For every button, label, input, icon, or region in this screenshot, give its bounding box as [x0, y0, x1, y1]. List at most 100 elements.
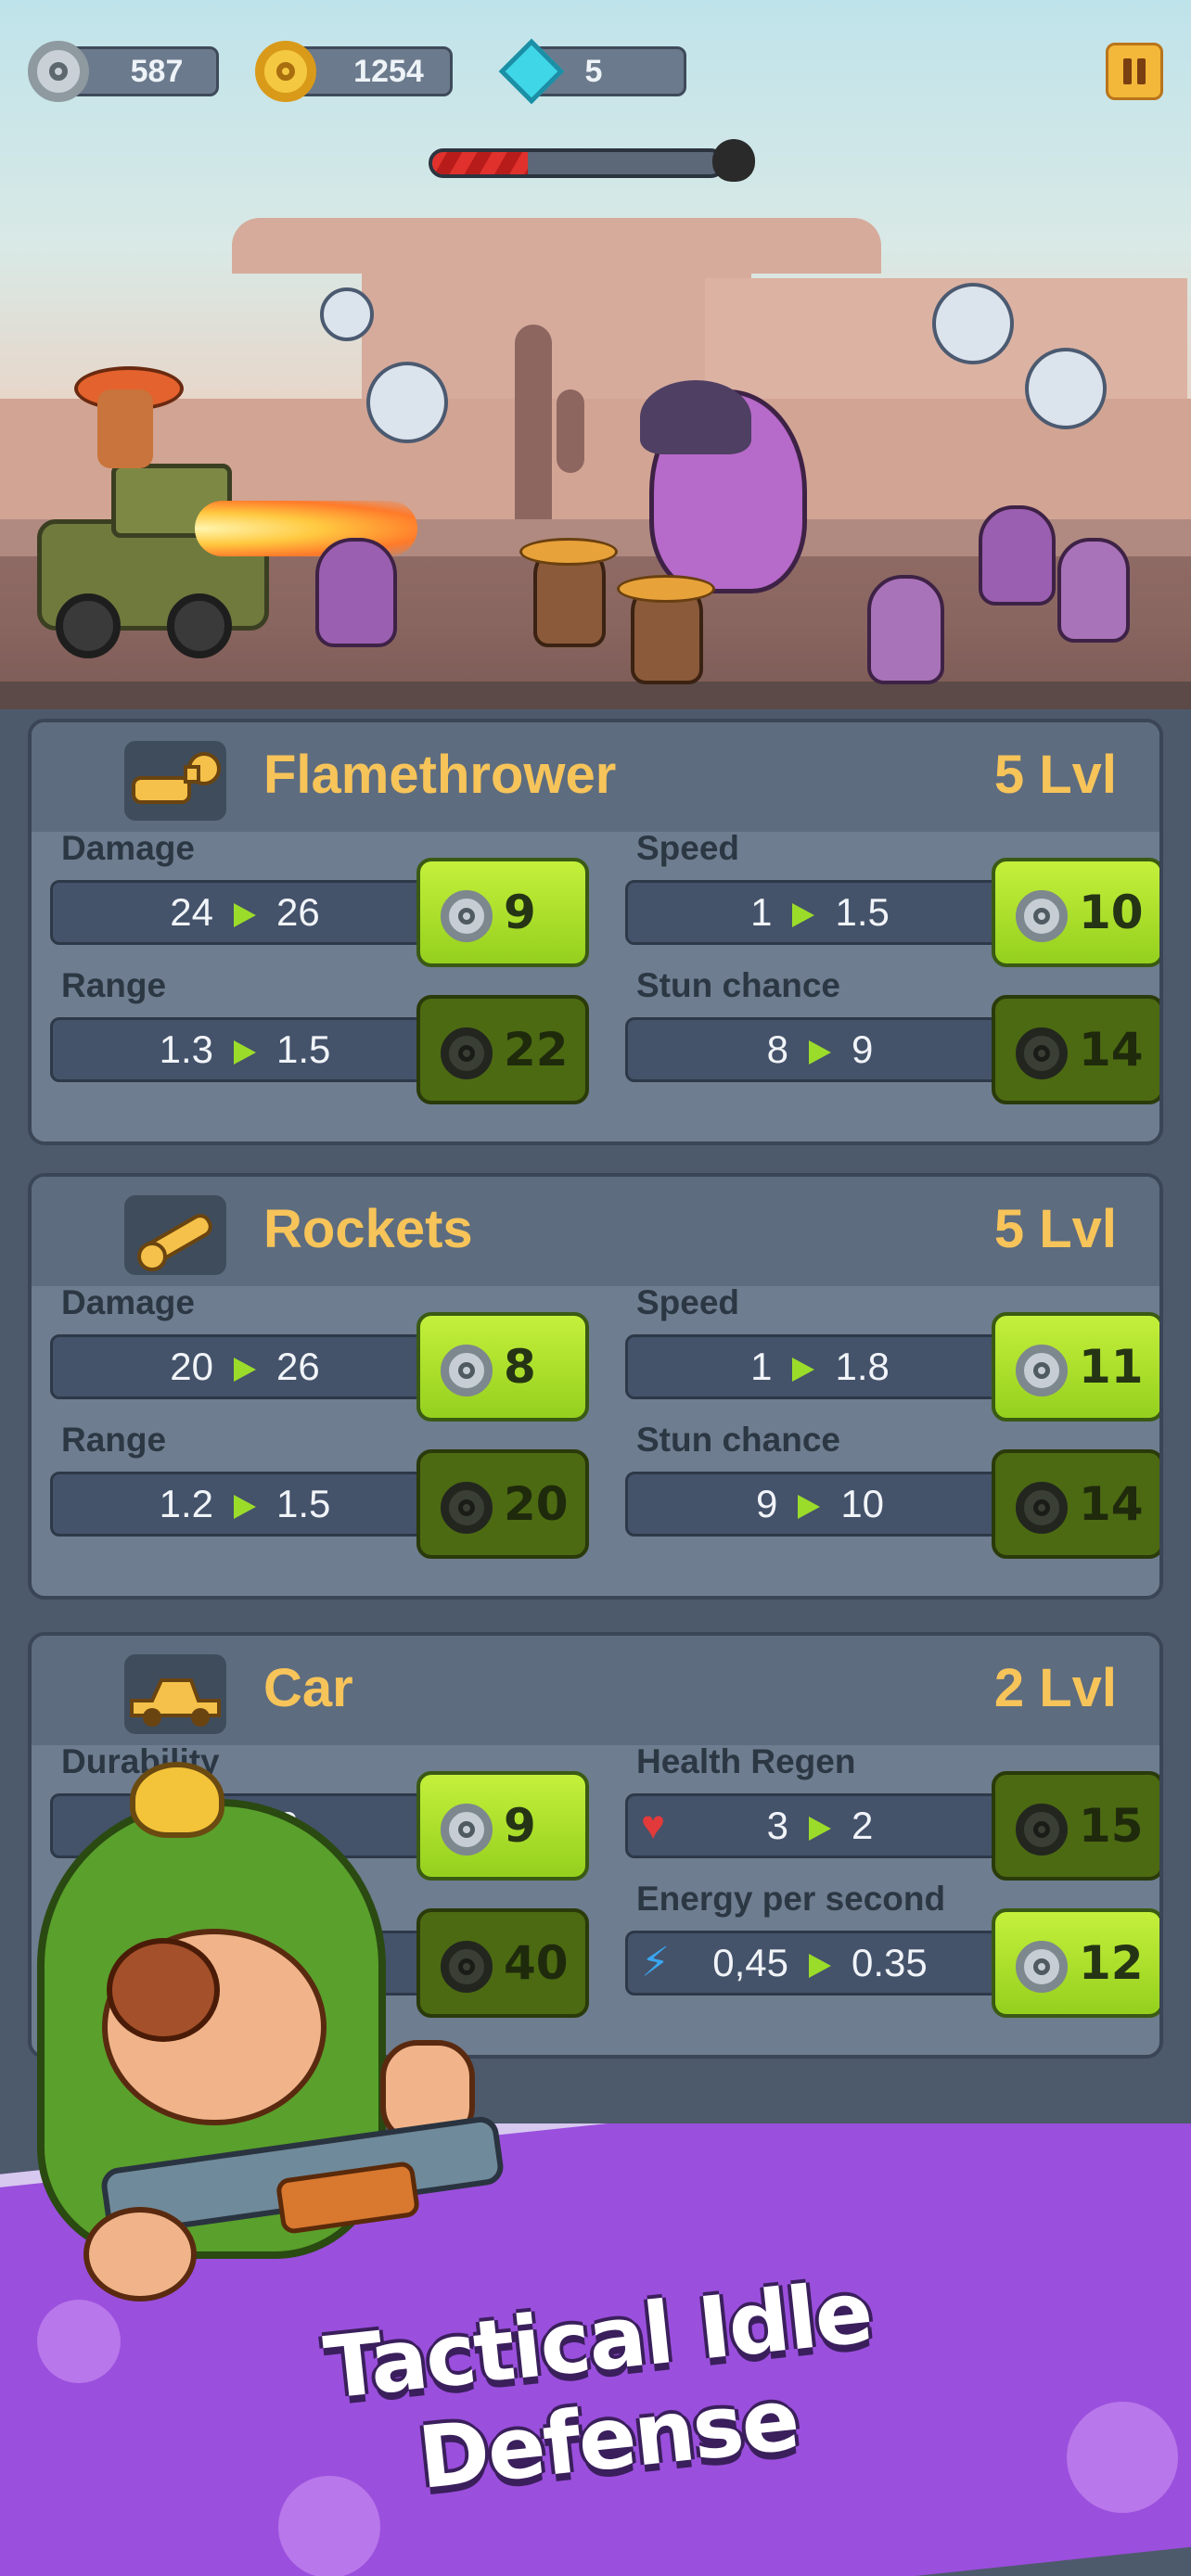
- stat-next: 10: [840, 1482, 885, 1525]
- eyepatch-icon: [107, 1938, 220, 2042]
- upgrade-cost: 14: [1079, 1023, 1144, 1077]
- arrow-right-icon: [798, 1494, 821, 1519]
- silver-coin-icon: [1016, 1482, 1068, 1534]
- silver-coin-icon: [441, 1345, 493, 1396]
- gunner-body: [97, 389, 153, 468]
- upgrade-level: 2 Lvl: [993, 1658, 1117, 1718]
- boss-health-bar: [429, 148, 725, 178]
- skull-pattern-icon: [37, 2300, 121, 2383]
- stat-value-field: 20 26: [50, 1334, 440, 1399]
- stat-current: 3: [766, 1804, 788, 1847]
- upgrade-level: 5 Lvl: [993, 1199, 1117, 1259]
- boss-skull-icon: [712, 139, 755, 182]
- upgrade-buy-button[interactable]: 20: [416, 1449, 589, 1559]
- stat-next: 9: [852, 1027, 874, 1071]
- arrow-right-icon: [234, 902, 256, 927]
- wheel: [167, 593, 232, 658]
- rocket-launcher-icon: [124, 1195, 226, 1275]
- upgrade-cost: 15: [1079, 1799, 1144, 1853]
- stat-value-field: 1 1.5: [625, 880, 1015, 945]
- gem-value: 5: [584, 54, 603, 89]
- stat-next: 1.8: [835, 1345, 890, 1388]
- silver-coin-icon: [441, 890, 493, 942]
- stat-value-field: 89: [625, 1017, 1015, 1082]
- upgrade-cost: 8: [504, 1340, 536, 1394]
- upgrade-buy-button[interactable]: 22: [416, 995, 589, 1104]
- pause-button[interactable]: [1106, 43, 1163, 100]
- arrow-right-icon: [234, 1357, 256, 1382]
- silver-coin-icon: [441, 1804, 493, 1855]
- silver-coin-icon: [1016, 890, 1068, 942]
- battle-scene: 587 1254 5: [0, 0, 1191, 709]
- stat-current: 1.3: [159, 1027, 213, 1071]
- flying-zombie: [366, 362, 448, 443]
- stat-value-field: 24 26: [50, 880, 440, 945]
- upgrade-buy-button[interactable]: 14: [992, 995, 1159, 1104]
- arrow-right-icon: [809, 1816, 831, 1841]
- upgrade-cost: 11: [1079, 1340, 1144, 1394]
- silver-coin-icon: [441, 1482, 493, 1534]
- stat-current: 8: [766, 1027, 788, 1071]
- upgrade-buy-button[interactable]: 10: [992, 858, 1159, 967]
- pause-icon: [1123, 58, 1132, 84]
- stat-current: 0,45: [712, 1941, 788, 1984]
- upgrade-buy-button[interactable]: 9: [416, 858, 589, 967]
- stat-current: 1: [750, 890, 773, 934]
- stat-next: 1.5: [276, 1027, 331, 1071]
- upgrade-buy-button[interactable]: 15: [992, 1771, 1159, 1881]
- silver-coin-value: 587: [130, 54, 184, 89]
- silver-coin-icon: [1016, 1804, 1068, 1855]
- upgrade-cost: 14: [1079, 1477, 1144, 1531]
- stat-value-field: 1 1.8: [625, 1334, 1015, 1399]
- upgrade-buy-button[interactable]: 12: [992, 1908, 1159, 2018]
- upgrade-buy-button[interactable]: 8: [416, 1312, 589, 1422]
- truck-icon: [124, 1654, 226, 1734]
- upgrade-cost: 10: [1079, 886, 1144, 939]
- silver-coin-icon: [1016, 1027, 1068, 1079]
- arrow-right-icon: [809, 1039, 831, 1065]
- gold-coin-value: 1254: [353, 54, 424, 89]
- upgrade-panel: Flamethrower 5 Lvl Damage 24 26 9 Speed 1 1.5 10 R…: [28, 719, 1163, 1145]
- upgrade-panel: Rockets 5 Lvl Damage 20 26 8 Speed 1 1.8 11 Range 1…: [28, 1173, 1163, 1600]
- zombie: [979, 505, 1056, 606]
- stat-value-field: 1.3 1.5: [50, 1017, 440, 1082]
- arrow-right-icon: [234, 1039, 256, 1065]
- flower-icon: [130, 1762, 224, 1838]
- upgrade-cost: 12: [1079, 1936, 1144, 1990]
- stat-next: 1.5: [276, 1482, 331, 1525]
- arrow-right-icon: [792, 1357, 815, 1382]
- cactus-silhouette: [557, 389, 584, 473]
- road-curb: [0, 682, 1191, 709]
- silver-coin-icon: [28, 41, 89, 102]
- arrow-right-icon: [792, 902, 815, 927]
- upgrade-cost: 9: [504, 1799, 536, 1853]
- stat-value-field: ⚡ 0,45 0.35: [625, 1931, 1015, 1996]
- upgrade-buy-button[interactable]: 14: [992, 1449, 1159, 1559]
- stat-value-field: ♥ 3 2: [625, 1793, 1015, 1858]
- stat-next: 2: [852, 1804, 874, 1847]
- upgrade-buy-button[interactable]: 11: [992, 1312, 1159, 1422]
- lightning-icon: ⚡: [641, 1940, 670, 1985]
- stat-current: 24: [170, 890, 213, 934]
- cactus-silhouette: [515, 325, 552, 547]
- gold-coin-icon: [255, 41, 316, 102]
- stat-next: 0.35: [852, 1941, 928, 1984]
- boss-health-fill: [432, 152, 528, 174]
- upgrade-buy-button[interactable]: 9: [416, 1771, 589, 1881]
- stat-next: 1.5: [835, 890, 890, 934]
- flying-zombie: [932, 283, 1014, 364]
- upgrade-title: Car: [263, 1658, 353, 1718]
- zombie: [315, 538, 397, 647]
- stat-next: 26: [276, 890, 320, 934]
- zombie: [1057, 538, 1130, 643]
- mascot-hand: [83, 2207, 197, 2302]
- upgrade-cost: 40: [504, 1936, 569, 1990]
- stat-value-field: 1.2 1.5: [50, 1472, 440, 1537]
- upgrade-cost: 9: [504, 886, 536, 939]
- zombie: [867, 575, 944, 684]
- upgrade-level: 5 Lvl: [993, 745, 1117, 805]
- flamethrower-icon: [124, 741, 226, 821]
- pause-icon: [1137, 58, 1146, 84]
- arrow-right-icon: [809, 1953, 831, 1978]
- upgrade-buy-button[interactable]: 40: [416, 1908, 589, 2018]
